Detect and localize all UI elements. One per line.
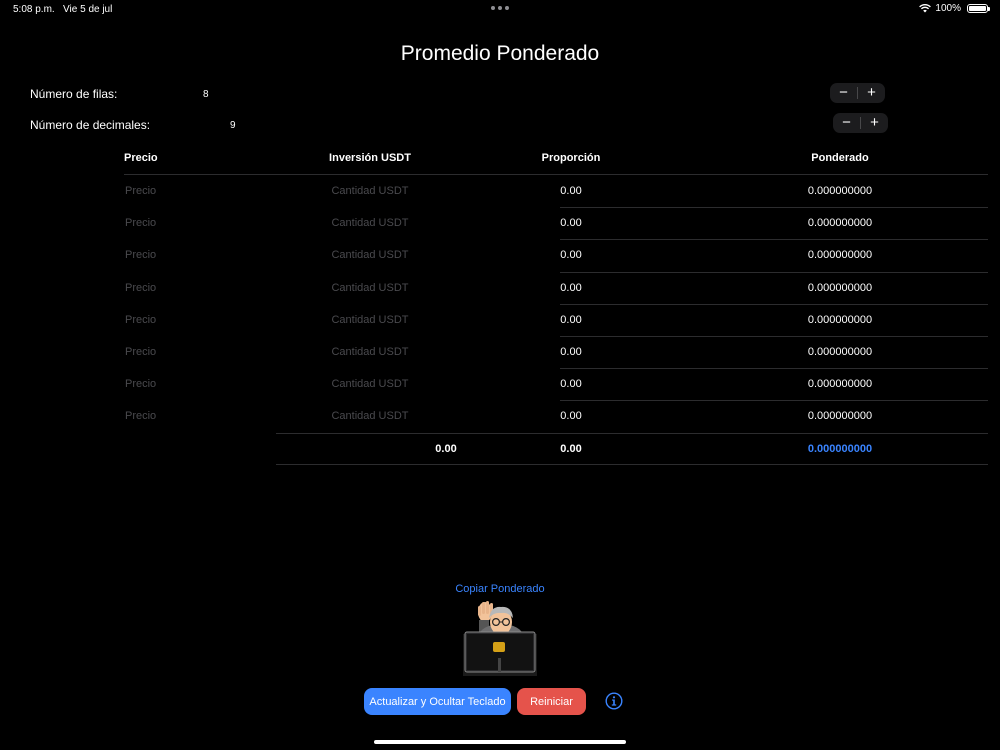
- header-investment: Inversión USDT: [329, 152, 411, 164]
- page-title: Promedio Ponderado: [400, 42, 600, 65]
- weighted-value: 0.000000000: [807, 378, 873, 390]
- amount-input[interactable]: Cantidad USDT: [310, 410, 430, 422]
- row-divider: [560, 368, 988, 369]
- rows-value: 8: [203, 89, 209, 100]
- price-input[interactable]: Precio: [125, 217, 156, 229]
- row-divider: [276, 433, 988, 434]
- rows-stepper: − +: [830, 83, 885, 103]
- amount-input[interactable]: Cantidad USDT: [310, 378, 430, 390]
- amount-input[interactable]: Cantidad USDT: [310, 282, 430, 294]
- rows-label: Número de filas:: [30, 87, 118, 101]
- header-proportion: Proporción: [541, 152, 601, 164]
- total-proportion: 0.00: [560, 443, 582, 455]
- status-time: 5:08 p.m. Vie 5 de jul: [13, 4, 113, 15]
- price-input[interactable]: Precio: [125, 346, 156, 358]
- status-bar: 5:08 p.m. Vie 5 de jul 100%: [0, 0, 1000, 20]
- home-indicator: [374, 740, 626, 744]
- row-divider: [560, 400, 988, 401]
- proportion-value: 0.00: [560, 217, 582, 229]
- amount-input[interactable]: Cantidad USDT: [310, 314, 430, 326]
- row-divider: [560, 239, 988, 240]
- weighted-value: 0.000000000: [807, 249, 873, 261]
- header-price: Precio: [124, 152, 158, 164]
- update-hide-keyboard-button[interactable]: Actualizar y Ocultar Teclado: [364, 688, 511, 715]
- proportion-value: 0.00: [560, 378, 582, 390]
- weighted-value: 0.000000000: [807, 410, 873, 422]
- amount-input[interactable]: Cantidad USDT: [310, 346, 430, 358]
- rows-decrement-button[interactable]: −: [830, 83, 857, 103]
- decimals-stepper: − +: [833, 113, 888, 133]
- weighted-value: 0.000000000: [807, 217, 873, 229]
- decimals-increment-button[interactable]: +: [861, 113, 888, 133]
- header-weighted: Ponderado: [811, 152, 869, 164]
- weighted-value: 0.000000000: [807, 314, 873, 326]
- price-input[interactable]: Precio: [125, 410, 156, 422]
- battery-percent: 100%: [935, 3, 961, 14]
- multitasking-dots-icon[interactable]: [491, 6, 509, 10]
- weighted-value: 0.000000000: [807, 346, 873, 358]
- amount-input[interactable]: Cantidad USDT: [310, 185, 430, 197]
- reset-button[interactable]: Reiniciar: [517, 688, 586, 715]
- status-indicators: 100%: [919, 3, 990, 14]
- total-weighted: 0.000000000: [807, 443, 873, 455]
- decimals-decrement-button[interactable]: −: [833, 113, 860, 133]
- copy-weighted-link[interactable]: Copiar Ponderado: [0, 583, 1000, 595]
- price-input[interactable]: Precio: [125, 314, 156, 326]
- row-divider: [560, 304, 988, 305]
- proportion-value: 0.00: [560, 185, 582, 197]
- price-input[interactable]: Precio: [125, 282, 156, 294]
- status-date: Vie 5 de jul: [63, 4, 113, 15]
- info-icon[interactable]: [605, 692, 623, 710]
- price-input[interactable]: Precio: [125, 378, 156, 390]
- proportion-value: 0.00: [560, 249, 582, 261]
- rows-increment-button[interactable]: +: [858, 83, 885, 103]
- row-divider: [560, 207, 988, 208]
- memoji-avatar: [463, 600, 537, 676]
- totals-divider: [276, 464, 988, 465]
- total-amount: 0.00: [435, 443, 457, 455]
- row-divider: [560, 272, 988, 273]
- proportion-value: 0.00: [560, 346, 582, 358]
- proportion-value: 0.00: [560, 314, 582, 326]
- row-divider: [560, 336, 988, 337]
- decimals-value: 9: [230, 120, 236, 131]
- header-divider: [124, 174, 988, 175]
- amount-input[interactable]: Cantidad USDT: [310, 217, 430, 229]
- battery-icon: [967, 4, 990, 13]
- amount-input[interactable]: Cantidad USDT: [310, 249, 430, 261]
- weighted-value: 0.000000000: [807, 282, 873, 294]
- price-input[interactable]: Precio: [125, 249, 156, 261]
- wifi-icon: [919, 4, 932, 13]
- decimals-label: Número de decimales:: [30, 118, 151, 132]
- weighted-value: 0.000000000: [807, 185, 873, 197]
- price-input[interactable]: Precio: [125, 185, 156, 197]
- proportion-value: 0.00: [560, 282, 582, 294]
- proportion-value: 0.00: [560, 410, 582, 422]
